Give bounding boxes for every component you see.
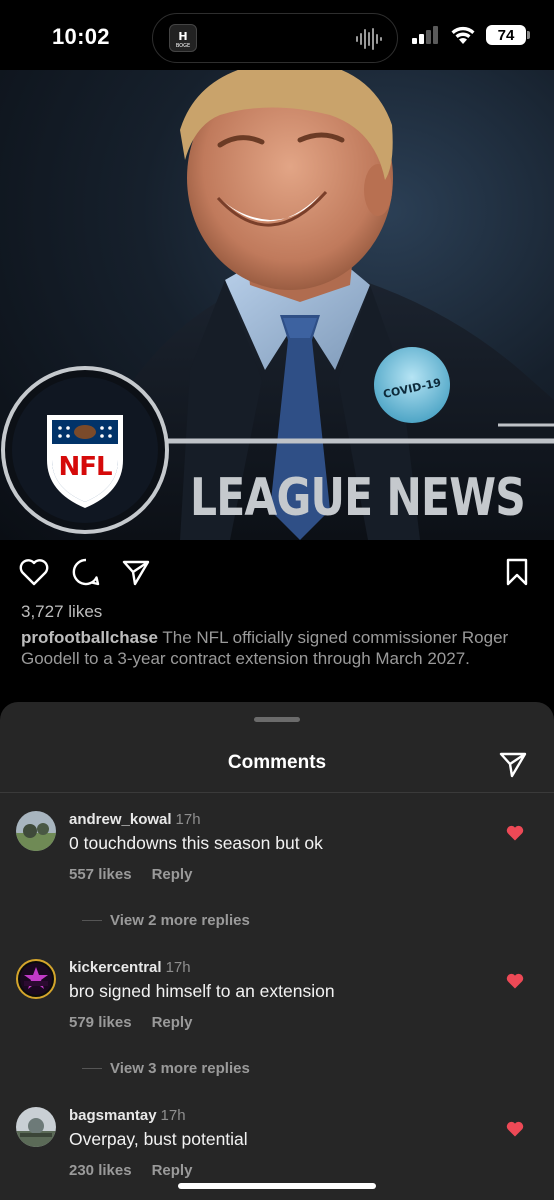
dynamic-island[interactable]: H BOGE — [152, 13, 398, 63]
comment-likes[interactable]: 230 likes — [69, 1162, 132, 1179]
island-app-icon: H BOGE — [169, 24, 197, 52]
post-actions — [0, 548, 554, 596]
avatar[interactable] — [16, 811, 56, 851]
comment-time: 17h — [175, 811, 201, 828]
post-likes[interactable]: 3,727 likes — [21, 602, 102, 622]
wifi-icon — [451, 26, 475, 44]
comments-title: Comments — [227, 752, 327, 773]
comment-username[interactable]: andrew_kowal — [69, 811, 172, 828]
bookmark-icon[interactable] — [501, 556, 533, 588]
view-replies-label: View 3 more replies — [110, 1059, 250, 1077]
comment-likes[interactable]: 557 likes — [69, 866, 132, 883]
reply-button[interactable]: Reply — [152, 1162, 193, 1179]
signal-icon — [412, 26, 438, 44]
comment-likes[interactable]: 579 likes — [69, 1014, 132, 1031]
comment-meta: bagsmantay 17h — [69, 1107, 186, 1124]
share-icon[interactable] — [120, 556, 152, 588]
sheet-divider — [0, 792, 554, 793]
status-time: 10:02 — [52, 24, 110, 49]
heart-icon[interactable] — [506, 1121, 524, 1139]
status-right: 74 — [412, 25, 530, 45]
reply-button[interactable]: Reply — [152, 866, 193, 883]
comment-item: andrew_kowal 17h 0 touchdowns this season… — [0, 811, 554, 901]
view-replies-label: View 2 more replies — [110, 911, 250, 929]
view-replies-button[interactable]: View 3 more replies — [82, 1058, 482, 1078]
status-bar: 10:02 H BOGE 74 — [0, 0, 554, 70]
audio-wave-icon — [356, 28, 382, 50]
comment-time: 17h — [160, 1107, 186, 1124]
post-caption: profootballchase The NFL officially sign… — [21, 627, 533, 669]
replies-line — [82, 1067, 102, 1069]
heart-icon[interactable] — [506, 973, 524, 991]
comment-footer: 557 likes Reply — [69, 866, 192, 883]
comment-icon[interactable] — [70, 556, 102, 588]
comment-time: 17h — [165, 959, 191, 976]
comment-text: bro signed himself to an extension — [69, 981, 335, 1001]
comment-text: 0 touchdowns this season but ok — [69, 833, 323, 853]
comments-sheet: Comments andrew_kowal 17h 0 touchdowns th… — [0, 702, 554, 1200]
nfl-logo-text: NFL — [58, 452, 112, 482]
battery-indicator: 74 — [486, 25, 530, 45]
banner-title: LEAGUE NEWS — [190, 468, 525, 528]
post-image[interactable]: COVID-19 NFL LEAGUE NEWS — [0, 70, 554, 540]
post-image-graphic: COVID-19 NFL LEAGUE NEWS — [1, 70, 554, 540]
avatar[interactable] — [16, 959, 56, 999]
view-replies-button[interactable]: View 2 more replies — [82, 910, 482, 930]
comment-footer: 230 likes Reply — [69, 1162, 192, 1179]
comment-footer: 579 likes Reply — [69, 1014, 192, 1031]
comment-meta: kickercentral 17h — [69, 959, 191, 976]
sheet-drag-handle[interactable] — [254, 717, 300, 722]
comment-username[interactable]: bagsmantay — [69, 1107, 157, 1124]
comment-username[interactable]: kickercentral — [69, 959, 162, 976]
comment-text: Overpay, bust potential — [69, 1129, 248, 1149]
island-app-label: BOGE — [176, 43, 190, 49]
reply-button[interactable]: Reply — [152, 1014, 193, 1031]
heart-icon[interactable] — [18, 556, 50, 588]
send-icon[interactable] — [498, 749, 528, 779]
replies-line — [82, 919, 102, 921]
comment-meta: andrew_kowal 17h — [69, 811, 201, 828]
svg-text:H: H — [178, 30, 187, 43]
comment-item: kickercentral 17h bro signed himself to a… — [0, 959, 554, 1049]
home-indicator[interactable] — [178, 1183, 376, 1189]
avatar[interactable] — [16, 1107, 56, 1147]
heart-icon[interactable] — [506, 825, 524, 843]
caption-username[interactable]: profootballchase — [21, 628, 158, 647]
